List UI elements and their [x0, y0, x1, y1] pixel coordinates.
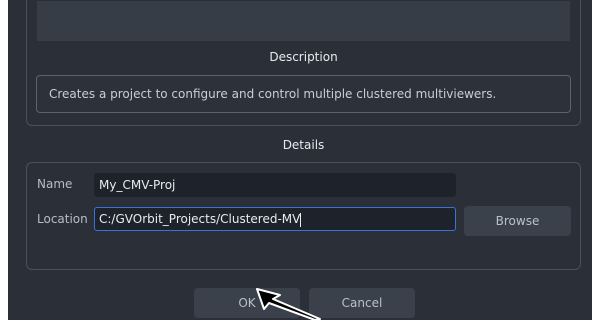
cancel-button[interactable]: Cancel — [309, 288, 415, 318]
template-preview-area — [37, 1, 570, 41]
location-label: Location — [37, 212, 88, 226]
browse-button[interactable]: Browse — [464, 206, 571, 236]
text-caret — [300, 212, 302, 227]
name-label: Name — [37, 177, 73, 191]
project-location-value: C:/GVOrbit_Projects/Clustered-MV — [99, 212, 301, 226]
description-text: Creates a project to configure and contr… — [36, 75, 571, 113]
details-group: Name My_CMV-Proj Location C:/GVOrbit_Pro… — [26, 162, 581, 270]
project-info-group: Description Creates a project to configu… — [26, 0, 581, 126]
mouse-pointer-arrow-icon — [256, 288, 321, 320]
project-location-input[interactable]: C:/GVOrbit_Projects/Clustered-MV — [94, 207, 456, 231]
new-project-dialog: Description Creates a project to configu… — [8, 0, 592, 320]
project-name-input[interactable]: My_CMV-Proj — [94, 173, 456, 197]
details-title: Details — [282, 138, 325, 152]
description-title: Description — [269, 50, 338, 64]
project-name-value: My_CMV-Proj — [99, 178, 176, 192]
